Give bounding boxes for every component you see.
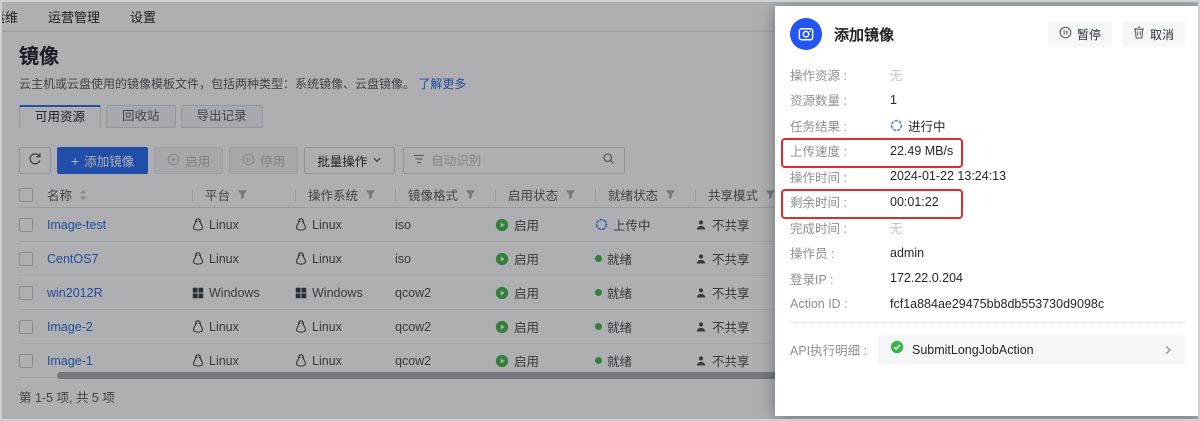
detail-row-2: 任务结果 : 进行中	[790, 115, 1185, 135]
detail-row-1: 资源数量 : 1	[790, 90, 1185, 110]
detail-row-3: 上传速度 : 22.49 MB/s	[790, 141, 1185, 161]
api-detail-row: API执行明细 : SubmitLongJobAction	[790, 335, 1185, 365]
detail-row-4: 操作时间 : 2024-01-22 13:24:13	[790, 166, 1185, 186]
api-action-item[interactable]: SubmitLongJobAction	[878, 335, 1185, 365]
detail-row-8: 登录IP : 172.22.0.204	[790, 268, 1185, 288]
in-progress-spinner-icon	[890, 119, 903, 132]
pause-circle-icon	[1059, 26, 1072, 42]
detail-row-6: 完成时间 : 无	[790, 217, 1185, 237]
app-window: 运维运营管理设置 镜像 云主机或云盘使用的镜像模板文件，包括两种类型：系统镜像、…	[0, 0, 1200, 421]
cancel-button[interactable]: 取消	[1122, 21, 1185, 47]
chevron-right-icon	[1163, 345, 1173, 355]
trash-icon	[1133, 26, 1145, 42]
add-image-task-panel: 添加镜像 暂停 取消 操作资源 : 无 资源数量 : 1 任务结果 : 进行中 …	[775, 6, 1199, 416]
dotted-divider	[790, 322, 1185, 323]
api-action-name: SubmitLongJobAction	[912, 343, 1034, 357]
detail-row-5: 剩余时间 : 00:01:22	[790, 192, 1185, 212]
detail-row-9: Action ID : fcf1a884ae29475bb8db553730d9…	[790, 294, 1185, 314]
panel-title: 添加镜像	[834, 24, 1038, 45]
check-circle-icon	[890, 340, 904, 359]
detail-row-0: 操作资源 : 无	[790, 64, 1185, 84]
image-camera-icon	[790, 18, 822, 50]
panel-details: 操作资源 : 无 资源数量 : 1 任务结果 : 进行中 上传速度 : 22.4…	[790, 64, 1185, 314]
panel-header: 添加镜像 暂停 取消	[775, 6, 1199, 50]
detail-row-7: 操作员 : admin	[790, 243, 1185, 263]
api-detail-label: API执行明细 :	[790, 340, 878, 359]
pause-button[interactable]: 暂停	[1048, 21, 1112, 47]
